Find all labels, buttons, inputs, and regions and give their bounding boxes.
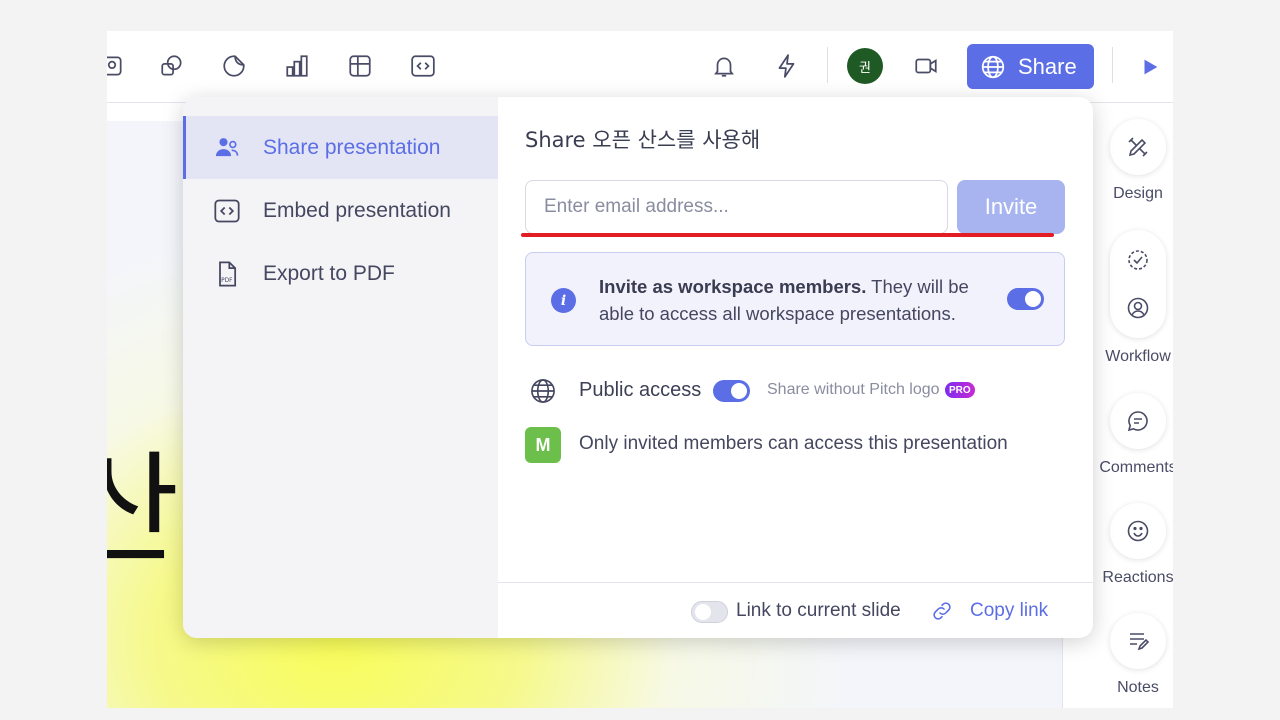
notes-label: Notes — [1117, 679, 1159, 696]
notes-panel-button[interactable]: Notes — [1110, 613, 1166, 697]
play-icon[interactable] — [1139, 56, 1161, 78]
lightning-icon[interactable] — [772, 51, 802, 81]
notes-icon[interactable] — [1110, 613, 1166, 669]
avatar[interactable]: 권 — [847, 48, 883, 84]
top-toolbar: 권 Share — [107, 31, 1173, 103]
smiley-icon[interactable] — [1110, 503, 1166, 559]
comments-panel-button[interactable]: Comments — [1099, 393, 1173, 477]
users-icon — [215, 137, 239, 156]
toolbar-divider — [1112, 47, 1113, 83]
embed-icon[interactable] — [408, 51, 438, 81]
camera-icon[interactable] — [911, 51, 941, 81]
dialog-sidebar: Share presentation Embed presentation PD… — [183, 97, 498, 638]
sidebar-item-share-presentation[interactable]: Share presentation — [183, 116, 498, 179]
link-current-slide-label: Link to current slide — [736, 600, 901, 621]
dialog-title: Share 오픈 산스를 사용해 — [525, 128, 761, 152]
link-current-slide-toggle[interactable] — [691, 601, 728, 623]
toolbar-divider — [827, 47, 828, 83]
svg-text:PDF: PDF — [221, 278, 233, 284]
share-button[interactable]: Share — [967, 44, 1094, 89]
reactions-panel-button[interactable]: Reactions — [1102, 503, 1173, 587]
sidebar-item-embed-presentation[interactable]: Embed presentation — [183, 179, 498, 242]
image-icon[interactable] — [107, 51, 127, 81]
info-text-bold: Invite as workspace members. — [599, 276, 867, 297]
invite-button[interactable]: Invite — [957, 180, 1065, 234]
members-access-text: Only invited members can access this pre… — [579, 433, 1008, 454]
pdf-icon: PDF — [219, 260, 237, 287]
dialog-footer: Link to current slide Copy link — [498, 582, 1093, 638]
globe-icon — [981, 55, 1005, 78]
comments-label: Comments — [1099, 459, 1173, 476]
workspace-members-toggle[interactable] — [1007, 288, 1044, 310]
design-icon[interactable] — [1110, 119, 1166, 175]
info-icon: i — [551, 288, 576, 313]
share-button-label: Share — [1018, 53, 1077, 79]
embed-icon — [214, 199, 240, 222]
shapes-icon[interactable] — [157, 51, 187, 81]
comments-icon[interactable] — [1110, 393, 1166, 449]
globe-icon — [529, 377, 557, 405]
public-access-label: Public access — [579, 379, 702, 401]
workflow-panel-button[interactable]: Workflow — [1105, 230, 1171, 366]
dialog-main: Share 오픈 산스를 사용해 Invite i Invite as work… — [498, 97, 1093, 638]
sticker-icon[interactable] — [219, 51, 249, 81]
info-box: i Invite as workspace members. They will… — [525, 252, 1065, 346]
slide-text: 산 — [107, 441, 180, 580]
design-label: Design — [1113, 185, 1163, 202]
sidebar-item-export-pdf[interactable]: PDF Export to PDF — [183, 242, 498, 305]
assignee-icon — [1127, 297, 1149, 319]
public-access-toggle[interactable] — [713, 380, 750, 402]
member-badge: M — [525, 427, 561, 463]
share-without-logo-label[interactable]: Share without Pitch logo — [767, 381, 940, 399]
sidebar-item-label: Embed presentation — [263, 198, 451, 222]
link-icon[interactable] — [930, 599, 954, 623]
design-panel-button[interactable]: Design — [1110, 119, 1166, 203]
workflow-label: Workflow — [1105, 348, 1171, 365]
copy-link-button[interactable]: Copy link — [970, 600, 1048, 622]
email-input[interactable] — [525, 180, 948, 234]
info-text: Invite as workspace members. They will b… — [599, 273, 999, 327]
sidebar-item-label: Export to PDF — [263, 261, 395, 285]
chart-icon[interactable] — [282, 51, 312, 81]
workflow-pill[interactable] — [1110, 230, 1166, 338]
bell-icon[interactable] — [709, 51, 739, 81]
reactions-label: Reactions — [1102, 569, 1173, 586]
share-dialog: Share presentation Embed presentation PD… — [183, 97, 1093, 638]
highlight-underline — [521, 233, 1054, 237]
pro-badge: PRO — [945, 382, 975, 398]
status-check-icon — [1128, 250, 1148, 270]
sidebar-item-label: Share presentation — [263, 135, 441, 159]
table-icon[interactable] — [345, 51, 375, 81]
